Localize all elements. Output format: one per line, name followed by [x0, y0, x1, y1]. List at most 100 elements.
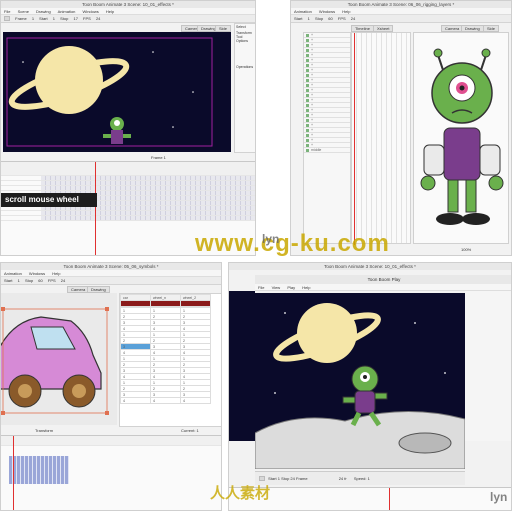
drawing-layer-icon: [306, 98, 309, 102]
layer-list[interactable]: + + + + + + + + + + + + + + + + + + + + …: [303, 32, 351, 244]
speed-readout: Speed: 1: [353, 476, 370, 481]
menu-scene[interactable]: Scene: [18, 9, 29, 14]
drawing-layer-icon: [306, 128, 309, 132]
xsheet-cell[interactable]: 4: [150, 397, 181, 404]
xsheet-cell[interactable]: 4: [180, 397, 211, 404]
camera-view[interactable]: [1, 293, 117, 425]
start-field[interactable]: 1: [308, 16, 310, 21]
xsheet-panel[interactable]: car wheel_n wheel_2 11122233344411122233…: [119, 293, 221, 427]
drawing-layer-icon: [306, 58, 309, 62]
menu-windows[interactable]: Windows: [29, 271, 45, 276]
drawing-layer-icon: [306, 143, 309, 147]
playhead[interactable]: [389, 488, 390, 510]
start-field[interactable]: 1: [53, 16, 55, 21]
fps-label: FPS: [83, 16, 91, 21]
timeline-ruler[interactable]: [1, 162, 255, 176]
menu-help[interactable]: Help: [342, 9, 350, 14]
menu-bar: Animation Windows Help: [291, 8, 511, 15]
menu-file[interactable]: File: [258, 285, 264, 290]
menu-view[interactable]: View: [272, 285, 281, 290]
drawing-layer-icon: [306, 133, 309, 137]
tab-camera[interactable]: Camera: [441, 25, 464, 32]
watermark-chinese: 人人素材: [210, 485, 271, 502]
menu-bar: Animation Windows Help: [1, 270, 221, 277]
keyframe-block[interactable]: [9, 456, 69, 484]
tab-timeline[interactable]: Timeline: [351, 25, 374, 32]
menu-play[interactable]: Play: [287, 285, 295, 290]
timeline-ruler[interactable]: [1, 436, 221, 446]
player-viewport[interactable]: [254, 293, 466, 470]
stop-field[interactable]: 17: [73, 16, 77, 21]
background-view: [229, 291, 255, 441]
menu-help[interactable]: Help: [52, 271, 60, 276]
frame-field[interactable]: 1: [32, 16, 34, 21]
menu-animation[interactable]: Animation: [294, 9, 312, 14]
xsheet-body: 1112223334441112223334441112223334441112…: [120, 307, 211, 404]
drawing-layer-icon: [306, 103, 309, 107]
tab-camera[interactable]: Camera: [67, 286, 90, 293]
timeline-panel[interactable]: [229, 487, 511, 510]
camera-view[interactable]: [413, 32, 509, 244]
tab-side[interactable]: Side: [215, 25, 232, 32]
menu-help[interactable]: Help: [302, 285, 310, 290]
alien-body: [443, 127, 481, 181]
alien-arm-left: [103, 134, 111, 138]
menu-windows[interactable]: Windows: [319, 9, 335, 14]
play-icon[interactable]: [4, 16, 10, 22]
tab-drawing[interactable]: Drawing: [461, 25, 484, 32]
drawing-layer-icon: [306, 48, 309, 52]
crater: [398, 432, 452, 454]
tab-xsheet[interactable]: Xsheet: [373, 25, 394, 32]
playhead[interactable]: [95, 162, 96, 255]
start-field[interactable]: 1: [278, 476, 280, 481]
fps-field[interactable]: 24: [96, 16, 100, 21]
drawing-layer-icon: [306, 113, 309, 117]
stop-label: Stop: [314, 16, 324, 21]
camera-view[interactable]: [3, 32, 231, 152]
drawing-layer-icon: [306, 73, 309, 77]
player-menu-bar: File View Play Help: [255, 284, 511, 291]
stop-field[interactable]: 60: [38, 278, 42, 283]
playhead[interactable]: [13, 436, 14, 510]
fps-field[interactable]: 24: [61, 278, 65, 283]
tab-side[interactable]: Side: [483, 25, 500, 32]
menu-file[interactable]: File: [4, 9, 10, 14]
drawing-layer-icon: [306, 78, 309, 82]
menu-bar: File Scene Drawing Animation Windows Hel…: [1, 8, 255, 15]
menu-drawing[interactable]: Drawing: [36, 9, 51, 14]
start-label: Start: [4, 278, 13, 283]
play-icon[interactable]: [259, 476, 265, 482]
timeline-row: [1, 216, 255, 221]
drawing-layer-icon: [306, 118, 309, 122]
frame-label: Frame: [296, 476, 308, 481]
space-scene-drawing: [6, 37, 213, 147]
start-label: Start: [268, 476, 277, 481]
start-field[interactable]: 1: [18, 278, 20, 283]
table-row[interactable]: 444: [120, 397, 211, 404]
drawing-layer-icon: [306, 53, 309, 57]
watermark-text: www.cg-ku.com: [195, 230, 390, 257]
drawing-layer-icon: [306, 83, 309, 87]
window-title: Toon Boom Animate 3 Scene: 06_06_rigging…: [291, 1, 511, 8]
start-label: Start: [294, 16, 303, 21]
timeline-panel[interactable]: [1, 435, 221, 510]
drawing-layer-icon: [306, 138, 309, 142]
fps-field[interactable]: 24: [351, 16, 355, 21]
side-panel: [465, 291, 511, 441]
toonboom-window-symbols: Toon Boom Animate 3 Scene: 05_06_symbols…: [0, 262, 222, 511]
window-title: Toon Boom Animate 3 Scene: 05_06_symbols…: [1, 263, 221, 270]
playhead[interactable]: [354, 33, 355, 245]
stop-field[interactable]: 60: [328, 16, 332, 21]
timeline-cells[interactable]: [351, 32, 411, 245]
start-label: Start: [39, 16, 48, 21]
scroll-mouse-wheel-caption: scroll mouse wheel: [1, 193, 97, 207]
menu-animation[interactable]: Animation: [4, 271, 22, 276]
stop-field[interactable]: 24: [290, 476, 294, 481]
tab-drawing[interactable]: Drawing: [87, 286, 110, 293]
list-item-middle[interactable]: middle: [304, 148, 350, 153]
menu-animation[interactable]: Animation: [58, 9, 76, 14]
xsheet-cell[interactable]: 4: [120, 397, 151, 404]
menu-help[interactable]: Help: [106, 9, 114, 14]
menu-windows[interactable]: Windows: [83, 9, 99, 14]
alien-arm-right: [123, 134, 131, 138]
